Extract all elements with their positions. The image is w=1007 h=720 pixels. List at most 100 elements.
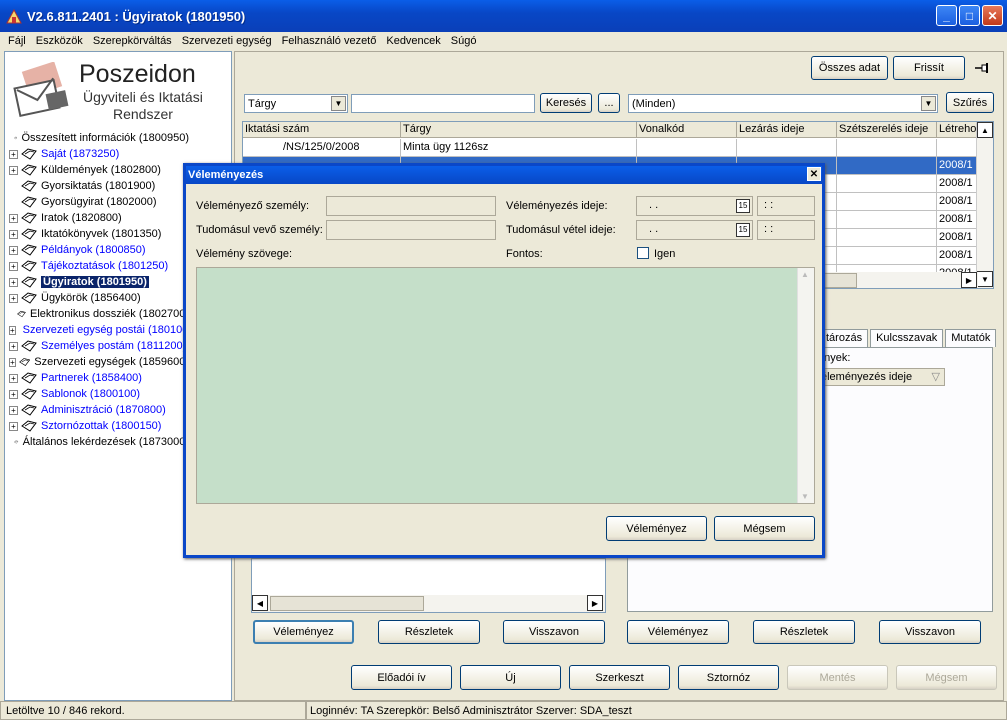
grid-column-header[interactable]: Iktatási szám [243,122,401,137]
expand-icon[interactable]: + [9,357,16,367]
ack-date-field[interactable]: . . 15 [636,220,753,240]
pin-icon[interactable] [974,61,990,75]
textarea-scrollbar[interactable]: ▲ ▼ [797,268,814,503]
right-opinion-button[interactable]: Véleményez [627,620,729,644]
menu-item-0[interactable]: Fájl [3,35,31,47]
tree-item[interactable]: + Sztornózottak (1800150) [9,418,189,434]
tree-item[interactable]: + Saját (1873250) [9,146,189,162]
grid-column-header[interactable]: Tárgy [401,122,637,137]
tree-item[interactable]: + Sablonok (1800100) [9,386,189,402]
scroll-down-icon[interactable]: ▼ [977,271,993,287]
detail-tab[interactable]: tározás [820,329,869,347]
dialog-cancel-button[interactable]: Mégsem [714,516,815,541]
tree-item[interactable]: Gyorsügyirat (1802000) [9,194,189,210]
opinion-textarea[interactable]: ▲ ▼ [196,267,815,504]
opinion-date-field[interactable]: . . 15 [636,196,753,216]
left-details-button[interactable]: Részletek [378,620,480,644]
scroll-up-icon[interactable]: ▲ [801,270,809,279]
tree-item[interactable]: + Példányok (1800850) [9,242,189,258]
tree-item[interactable]: Összesített információk (1800950) [9,130,189,146]
right-details-button[interactable]: Részletek [753,620,855,644]
chevron-down-icon[interactable]: ▼ [331,96,346,111]
expand-icon[interactable]: + [9,421,18,431]
cancel-button[interactable]: Mégsem [896,665,997,690]
calendar-icon[interactable]: 15 [736,199,750,213]
calendar-icon[interactable]: 15 [736,223,750,237]
right-revoke-button[interactable]: Visszavon [879,620,981,644]
detail-tab[interactable]: Mutatók [945,329,997,347]
scroll-right-icon[interactable]: ▶ [587,595,603,611]
tree-item[interactable]: + Partnerek (1858400) [9,370,189,386]
tree-item[interactable]: Általános lekérdezések (1873000) [9,434,189,450]
left-revoke-button[interactable]: Visszavon [503,620,605,644]
tree-item[interactable]: + Iktatókönyvek (1801350) [9,226,189,242]
expand-icon[interactable]: + [9,373,18,383]
acknowledger-field[interactable] [326,220,496,240]
save-button[interactable]: Mentés [787,665,888,690]
grid-column-header[interactable]: Vonalkód [637,122,737,137]
edit-button[interactable]: Szerkeszt [569,665,670,690]
tree-item[interactable]: + Ügykörök (1856400) [9,290,189,306]
new-button[interactable]: Új [460,665,561,690]
table-row[interactable]: /NS/125/0/2008 Minta ügy 1126sz [243,139,993,157]
tree-item[interactable]: + Ügyiratok (1801950) [9,274,189,290]
grid-scroll-thumb[interactable] [823,273,857,288]
tree-item[interactable]: + Adminisztráció (1870800) [9,402,189,418]
detail-tab[interactable]: Kulcsszavak [870,329,944,347]
menu-item-3[interactable]: Szervezeti egység [177,35,277,47]
left-list-scroll-thumb[interactable] [270,596,424,611]
tree-item[interactable]: + Szervezeti egység postái (1801000) [9,322,189,338]
dialog-close-button[interactable]: ✕ [807,167,821,181]
opinion-time-field[interactable]: : : [757,196,815,216]
grid-horizontal-scrollbar[interactable]: ▶ [823,272,978,288]
refresh-button[interactable]: Frissít [893,56,965,80]
scroll-right-icon[interactable]: ▶ [961,272,977,288]
filter-select[interactable]: (Minden) ▼ [628,94,938,113]
expand-icon[interactable]: + [9,149,18,159]
tree-item[interactable]: Elektronikus dossziék (1802700) [9,306,189,322]
minimize-button[interactable]: _ [936,5,957,26]
search-input[interactable] [351,94,535,113]
all-data-button[interactable]: Összes adat [811,56,888,80]
tree-item[interactable]: + Szervezeti egységek (1859600) [9,354,189,370]
filter-button[interactable]: Szűrés [946,92,994,113]
expand-icon[interactable]: + [9,325,16,335]
presenter-sheet-button[interactable]: Előadói ív [351,665,452,690]
close-button[interactable]: ✕ [982,5,1003,26]
scroll-left-icon[interactable]: ◀ [252,595,268,611]
grid-column-header[interactable]: Szétszerelés ideje [837,122,937,137]
menu-item-2[interactable]: Szerepkörváltás [88,35,177,47]
search-button[interactable]: Keresés [540,93,592,113]
expand-icon[interactable]: + [9,245,18,255]
grid-vertical-scrollbar[interactable]: ▲ ▼ [976,122,993,288]
left-list-horizontal-scrollbar[interactable]: ◀ ▶ [252,595,605,612]
menu-item-4[interactable]: Felhasználó vezető [277,35,382,47]
important-checkbox[interactable] [637,247,649,259]
left-opinion-button[interactable]: Véleményez [253,620,354,644]
reviewer-field[interactable] [326,196,496,216]
expand-icon[interactable]: + [9,165,18,175]
menu-item-6[interactable]: Súgó [446,35,482,47]
dialog-opinion-button[interactable]: Véleményez [606,516,707,541]
menu-item-1[interactable]: Eszközök [31,35,88,47]
grid-column-header[interactable]: Lezárás ideje [737,122,837,137]
tree-item[interactable]: + Iratok (1820800) [9,210,189,226]
expand-icon[interactable]: + [9,389,18,399]
tree-item[interactable]: + Személyes postám (1811200) [9,338,189,354]
search-field-select[interactable]: Tárgy ▼ [244,94,348,113]
detail-column-header[interactable]: éleményezés ideje ▽ [818,368,945,386]
more-button[interactable]: ... [598,93,620,113]
expand-icon[interactable]: + [9,261,18,271]
tree-item[interactable]: + Küldemények (1802800) [9,162,189,178]
chevron-down-icon[interactable]: ▼ [921,96,936,111]
expand-icon[interactable]: + [9,341,18,351]
expand-icon[interactable]: + [9,405,18,415]
expand-icon[interactable]: + [9,213,18,223]
expand-icon[interactable]: + [9,277,18,287]
cancel-record-button[interactable]: Sztornóz [678,665,779,690]
scroll-down-icon[interactable]: ▼ [801,492,809,501]
expand-icon[interactable]: + [9,229,18,239]
expand-icon[interactable]: + [9,293,18,303]
tree-item[interactable]: + Tájékoztatások (1801250) [9,258,189,274]
ack-time-field[interactable]: : : [757,220,815,240]
